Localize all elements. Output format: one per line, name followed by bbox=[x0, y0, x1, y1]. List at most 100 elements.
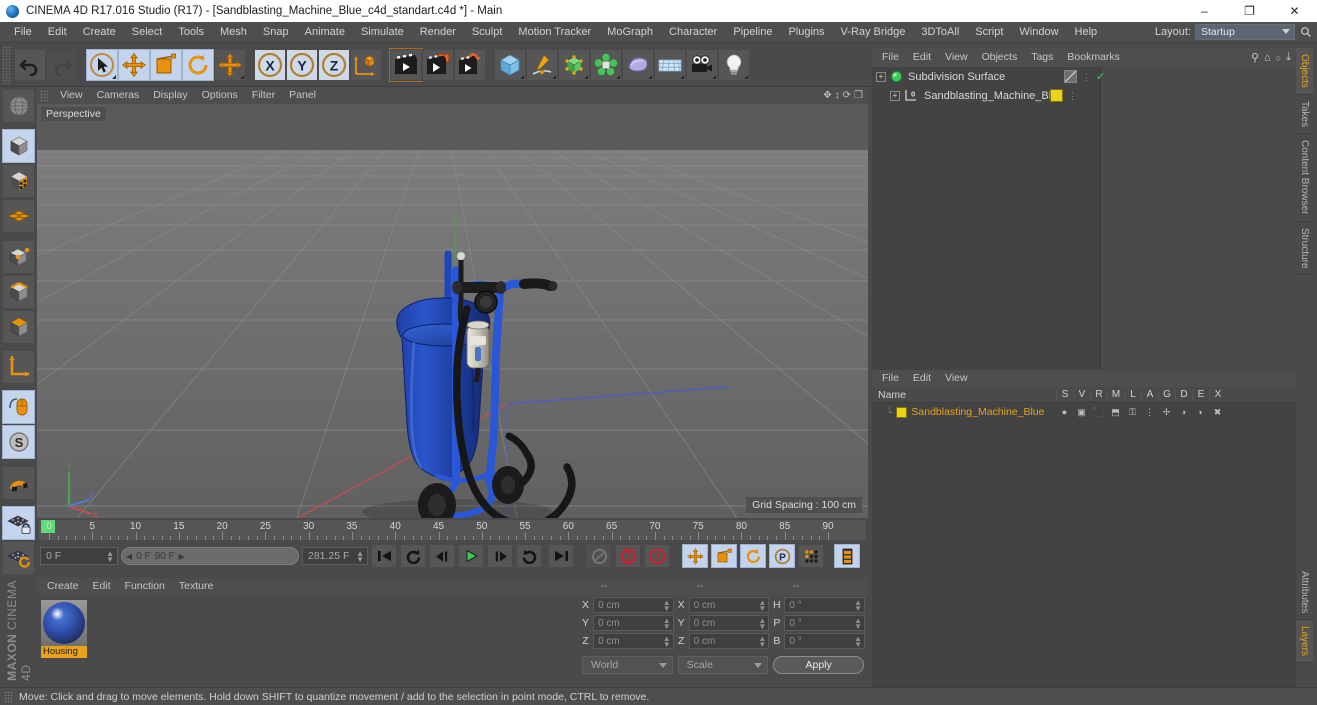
object-menu-edit[interactable]: Edit bbox=[906, 49, 938, 66]
scale-tool-button[interactable] bbox=[150, 48, 182, 81]
select-tool-button[interactable] bbox=[86, 48, 118, 81]
menu-render[interactable]: Render bbox=[412, 22, 464, 43]
range-next-icon[interactable]: ▶ bbox=[179, 552, 185, 561]
spinner-icon[interactable]: ▲ ▼ bbox=[356, 550, 364, 564]
spinner-icon[interactable]: ▲ ▼ bbox=[758, 617, 766, 631]
position-x-input[interactable]: 0 cm ▲ ▼ bbox=[593, 597, 674, 613]
snap-toggle-button[interactable]: S bbox=[2, 425, 35, 460]
play-button[interactable] bbox=[458, 544, 484, 568]
menu-window[interactable]: Window bbox=[1011, 22, 1066, 43]
toolbar-grip-icon[interactable] bbox=[2, 45, 11, 84]
apply-button[interactable]: Apply bbox=[773, 656, 864, 674]
axis-mode-button[interactable] bbox=[2, 350, 35, 385]
spinner-icon[interactable]: ▲ ▼ bbox=[663, 617, 671, 631]
rotate-workplane-button[interactable] bbox=[2, 541, 35, 576]
polygon-mode-button[interactable] bbox=[2, 309, 35, 344]
add-array-button[interactable] bbox=[590, 48, 622, 81]
layer-rows[interactable]: └ Sandblasting_Machine_Blue ● ▣ ⬛ ⬒ ⚿ ⋮ ✢ ◑ ◗ ✖ bbox=[872, 403, 1296, 421]
spinner-icon[interactable]: ▲ ▼ bbox=[854, 635, 862, 649]
viewport-menu-cameras[interactable]: Cameras bbox=[90, 87, 147, 104]
render-settings-button[interactable] bbox=[454, 48, 486, 81]
object-menu-file[interactable]: File bbox=[875, 49, 906, 66]
spinner-icon[interactable]: ▲ ▼ bbox=[106, 550, 114, 564]
dots-icon[interactable]: ⋮ bbox=[1068, 91, 1077, 100]
maximize-view-icon[interactable]: ❐ bbox=[854, 90, 863, 101]
position-z-input[interactable]: 0 cm ▲ ▼ bbox=[593, 633, 674, 649]
make-editable-button[interactable] bbox=[2, 89, 35, 123]
key-rotation-button[interactable] bbox=[740, 544, 766, 568]
object-menu-bookmarks[interactable]: Bookmarks bbox=[1060, 49, 1127, 66]
menu-mesh[interactable]: Mesh bbox=[212, 22, 255, 43]
material-menu-function[interactable]: Function bbox=[118, 578, 172, 595]
edge-mode-button[interactable] bbox=[2, 274, 35, 309]
solo-cell[interactable]: ● bbox=[1056, 407, 1073, 417]
object-tree[interactable]: + Subdivision Surface ⋮ ✓ +0 Sandblasting_Mac… bbox=[872, 67, 1296, 370]
object-row[interactable]: + Subdivision Surface ⋮ ✓ bbox=[872, 67, 1296, 86]
coordinate-system-select[interactable]: World bbox=[582, 656, 673, 674]
move-tool-button[interactable] bbox=[118, 48, 150, 81]
pan-view-icon[interactable]: ✥ bbox=[823, 90, 831, 101]
goto-start-button[interactable] bbox=[371, 544, 397, 568]
viewport-menu-options[interactable]: Options bbox=[195, 87, 245, 104]
tab-attributes[interactable]: Attributes bbox=[1296, 565, 1313, 621]
axis-y-button[interactable]: Y bbox=[286, 48, 318, 81]
menu-select[interactable]: Select bbox=[124, 22, 171, 43]
step-back-button[interactable] bbox=[429, 544, 455, 568]
drag-grip-icon[interactable] bbox=[4, 690, 13, 703]
rotation-p-input[interactable]: 0 ° ▲ ▼ bbox=[784, 615, 866, 631]
magnet-button[interactable] bbox=[2, 465, 35, 500]
key-parameter-button[interactable]: P bbox=[769, 544, 795, 568]
menu-script[interactable]: Script bbox=[967, 22, 1011, 43]
model-mode-button[interactable] bbox=[2, 129, 35, 164]
material-thumbnail[interactable] bbox=[41, 600, 87, 646]
spinner-icon[interactable]: ▲ ▼ bbox=[663, 599, 671, 613]
material-menu-create[interactable]: Create bbox=[40, 578, 86, 595]
viewport-menu-display[interactable]: Display bbox=[146, 87, 194, 104]
menu-tools[interactable]: Tools bbox=[170, 22, 212, 43]
play-reverse-button[interactable] bbox=[400, 544, 426, 568]
render-to-picture-viewer-button[interactable] bbox=[422, 48, 454, 81]
layer-row[interactable]: └ Sandblasting_Machine_Blue ● ▣ ⬛ ⬒ ⚿ ⋮ ✢ ◑ ◗ ✖ bbox=[872, 403, 1296, 421]
menu-character[interactable]: Character bbox=[661, 22, 725, 43]
position-y-input[interactable]: 0 cm ▲ ▼ bbox=[593, 615, 674, 631]
menu-mograph[interactable]: MoGraph bbox=[599, 22, 661, 43]
xpresso-cell[interactable]: ✖ bbox=[1209, 407, 1226, 418]
menu-animate[interactable]: Animate bbox=[297, 22, 353, 43]
material-menu-texture[interactable]: Texture bbox=[172, 578, 220, 595]
menu-snap[interactable]: Snap bbox=[255, 22, 297, 43]
object-row[interactable]: +0 Sandblasting_Machine_Blue ⋮ bbox=[872, 86, 1296, 105]
object-menu-view[interactable]: View bbox=[938, 49, 975, 66]
spinner-icon[interactable]: ▲ ▼ bbox=[854, 599, 862, 613]
tab-content-browser[interactable]: Content Browser bbox=[1296, 134, 1313, 222]
menu-pipeline[interactable]: Pipeline bbox=[725, 22, 780, 43]
layer-empty-area[interactable] bbox=[872, 421, 1296, 702]
rotation-b-input[interactable]: 0 ° ▲ ▼ bbox=[784, 633, 866, 649]
expression-cell[interactable]: ◗ bbox=[1192, 407, 1209, 417]
render-cell[interactable]: ⬛ bbox=[1090, 407, 1107, 418]
axis-z-button[interactable]: Z bbox=[318, 48, 350, 81]
move-axis-button[interactable] bbox=[214, 48, 246, 81]
point-mode-button[interactable] bbox=[2, 239, 35, 274]
tab-layers[interactable]: Layers bbox=[1296, 620, 1313, 664]
menu-3dtoall[interactable]: 3DToAll bbox=[913, 22, 967, 43]
link-objects-icon[interactable]: ○ bbox=[1276, 53, 1281, 63]
home-objects-icon[interactable]: ⌂ bbox=[1264, 52, 1271, 64]
menu-file[interactable]: File bbox=[6, 22, 40, 43]
coordinate-mode-select[interactable]: Scale bbox=[677, 656, 769, 674]
end-frame-field[interactable]: 281.25 F ▲ ▼ bbox=[302, 547, 368, 565]
layer-menu-file[interactable]: File bbox=[875, 370, 906, 387]
timeline-layout-button[interactable] bbox=[834, 544, 860, 568]
autokeying-button[interactable] bbox=[586, 544, 612, 568]
menu-help[interactable]: Help bbox=[1067, 22, 1106, 43]
spinner-icon[interactable]: ▲ ▼ bbox=[663, 635, 671, 649]
rotate-view-icon[interactable]: ⟳ bbox=[843, 90, 851, 101]
menu-v-ray-bridge[interactable]: V-Ray Bridge bbox=[833, 22, 914, 43]
range-prev-icon[interactable]: ◀ bbox=[126, 552, 132, 561]
viewport-menu-view[interactable]: View bbox=[53, 87, 90, 104]
spinner-icon[interactable]: ▲ ▼ bbox=[758, 635, 766, 649]
tab-objects[interactable]: Objects bbox=[1296, 48, 1313, 95]
rotate-tool-button[interactable] bbox=[182, 48, 214, 81]
rotation-h-input[interactable]: 0 ° ▲ ▼ bbox=[784, 597, 866, 613]
redo-button[interactable] bbox=[46, 48, 78, 81]
tab-structure[interactable]: Structure bbox=[1296, 221, 1313, 276]
